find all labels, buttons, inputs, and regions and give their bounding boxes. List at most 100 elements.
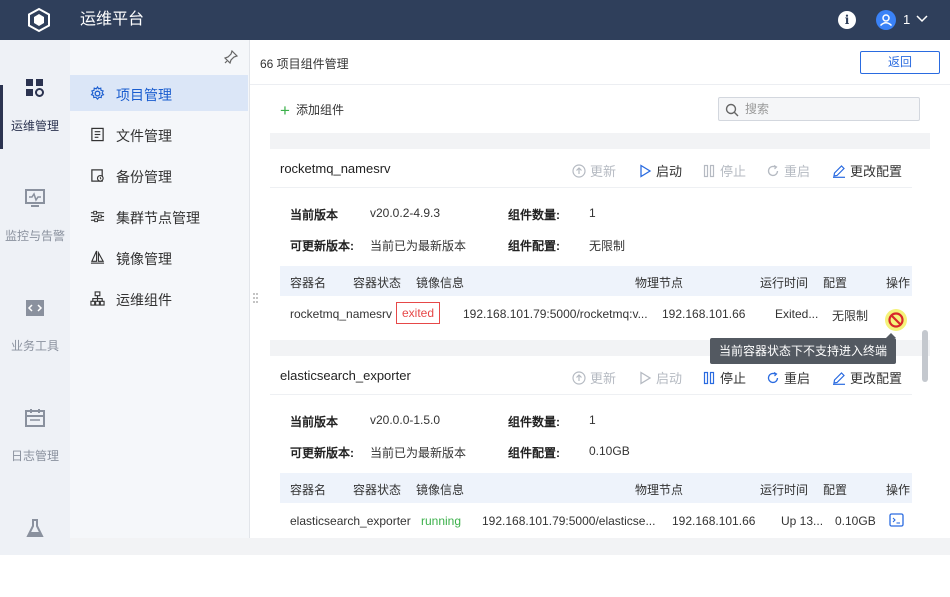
col-uptime: 运行时间 (760, 276, 809, 290)
updatable-version-value: 当前已为最新版本 (370, 239, 467, 253)
col-node: 物理节点 (635, 483, 684, 497)
cell-node: 192.168.101.66 (662, 307, 746, 321)
cell-uptime: Exited... (775, 307, 819, 321)
ban-icon (888, 312, 904, 328)
current-version-label: 当前版本 (290, 415, 339, 429)
user-name[interactable]: 1 (903, 12, 910, 27)
pin-icon[interactable] (224, 50, 238, 64)
col-image: 镜像信息 (416, 483, 465, 497)
add-component-button[interactable]: + 添加组件 (280, 101, 344, 121)
rail-item-tools[interactable]: 业务工具 (0, 297, 70, 377)
chevron-down-icon[interactable] (915, 11, 929, 25)
scrollbar[interactable] (922, 330, 928, 382)
start-label: 启动 (656, 371, 683, 386)
stop-button[interactable]: 停止 (702, 161, 746, 180)
table-header: 容器名 容器状态 镜像信息 物理节点 运行时间 配置 操作 (280, 266, 912, 296)
col-status: 容器状态 (353, 276, 402, 290)
sidebar-item-label: 备份管理 (116, 169, 172, 185)
component-config-value: 无限制 (589, 239, 626, 253)
component-config-value: 0.10GB (589, 444, 630, 458)
backup-icon (91, 169, 104, 182)
edit-config-button[interactable]: 更改配置 (832, 368, 902, 387)
col-uptime: 运行时间 (760, 483, 809, 497)
sidebar-item-projects[interactable]: 项目管理 (70, 75, 248, 111)
search-box[interactable] (718, 97, 920, 121)
sidebar-item-label: 文件管理 (116, 128, 172, 144)
top-bar: 运维平台 i 1 (0, 0, 950, 40)
sidebar-item-components[interactable]: 运维组件 (70, 280, 248, 316)
sidebar-item-label: 集群节点管理 (116, 210, 200, 226)
restart-icon (767, 164, 779, 177)
col-config: 配置 (823, 483, 848, 497)
cell-container: elasticsearch_exporter (290, 514, 411, 528)
restart-button[interactable]: 重启 (766, 368, 810, 387)
start-button[interactable]: 启动 (638, 161, 682, 180)
component-title: elasticsearch_exporter (280, 368, 411, 383)
rail-label: 监控与告警 (4, 229, 65, 243)
cell-config: 0.10GB (835, 514, 876, 528)
upload-icon (572, 164, 586, 178)
divider (270, 394, 912, 395)
sidebar-item-label: 镜像管理 (116, 251, 172, 267)
sidebar-item-backup[interactable]: 备份管理 (70, 157, 248, 193)
component-config-label: 组件配置: (508, 239, 560, 253)
rail-item-ops[interactable]: 运维管理 (0, 77, 70, 157)
breadcrumb: 66 项目组件管理 (260, 57, 349, 71)
icon-rail: 运维管理 监控与告警 业务工具 日志管理 (0, 40, 70, 555)
add-component-label: 添加组件 (295, 103, 344, 117)
col-config: 配置 (823, 276, 848, 290)
restart-button[interactable]: 重启 (766, 161, 810, 180)
edit-config-label: 更改配置 (850, 164, 903, 179)
update-button[interactable]: 更新 (572, 368, 616, 387)
separator (270, 133, 930, 149)
update-button[interactable]: 更新 (572, 161, 616, 180)
terminal-icon[interactable] (889, 513, 904, 527)
sidebar-item-label: 运维组件 (116, 292, 172, 308)
sliders-icon (90, 210, 105, 223)
back-button[interactable]: 返回 (860, 51, 940, 74)
code-icon (26, 300, 44, 316)
restart-label: 重启 (784, 164, 811, 179)
stop-label: 停止 (720, 371, 747, 386)
start-button[interactable]: 启动 (638, 368, 682, 387)
current-version-label: 当前版本 (290, 208, 339, 222)
plus-icon: + (280, 101, 290, 120)
start-label: 启动 (656, 164, 683, 179)
component-count-value: 1 (589, 206, 596, 220)
col-container: 容器名 (290, 276, 327, 290)
cell-uptime: Up 13... (781, 514, 824, 528)
info-icon[interactable]: i (838, 11, 856, 29)
rail-label: 业务工具 (10, 339, 59, 353)
sidebar-item-images[interactable]: 镜像管理 (70, 239, 248, 275)
user-avatar-icon[interactable] (876, 10, 896, 30)
cell-config: 无限制 (832, 309, 869, 323)
flask-icon (26, 519, 44, 537)
calendar-icon (25, 409, 45, 427)
edit-config-button[interactable]: 更改配置 (832, 161, 902, 180)
col-image: 镜像信息 (416, 276, 465, 290)
component-title: rocketmq_namesrv (280, 161, 391, 176)
sidebar-item-cluster[interactable]: 集群节点管理 (70, 198, 248, 234)
updatable-version-value: 当前已为最新版本 (370, 446, 467, 460)
stop-label: 停止 (720, 164, 747, 179)
cell-node: 192.168.101.66 (672, 514, 756, 528)
updatable-version-label: 可更新版本: (290, 239, 354, 253)
rail-item-logs[interactable]: 日志管理 (0, 407, 70, 487)
component-card-rocketmq: rocketmq_namesrv 更新 启动 停止 重启 更改配置 当前版本 v… (270, 149, 912, 340)
terminal-disabled-button[interactable] (885, 309, 907, 331)
sidebar-item-files[interactable]: 文件管理 (70, 116, 248, 152)
edit-icon (833, 372, 845, 385)
rail-item-monitor[interactable]: 监控与告警 (0, 187, 70, 267)
resize-handle[interactable] (253, 292, 258, 306)
cell-container: rocketmq_namesrv (290, 307, 393, 321)
update-label: 更新 (590, 164, 617, 179)
divider (250, 84, 950, 85)
col-node: 物理节点 (635, 276, 684, 290)
bottom-gap (70, 538, 950, 555)
search-input[interactable] (745, 101, 915, 117)
rail-item-lab[interactable] (0, 517, 70, 597)
monitor-icon (25, 189, 45, 207)
stop-button[interactable]: 停止 (702, 368, 746, 387)
component-count-label: 组件数量: (508, 208, 560, 222)
component-card-elasticsearch: elasticsearch_exporter 更新 启动 停止 重启 更改配置 … (270, 356, 912, 538)
